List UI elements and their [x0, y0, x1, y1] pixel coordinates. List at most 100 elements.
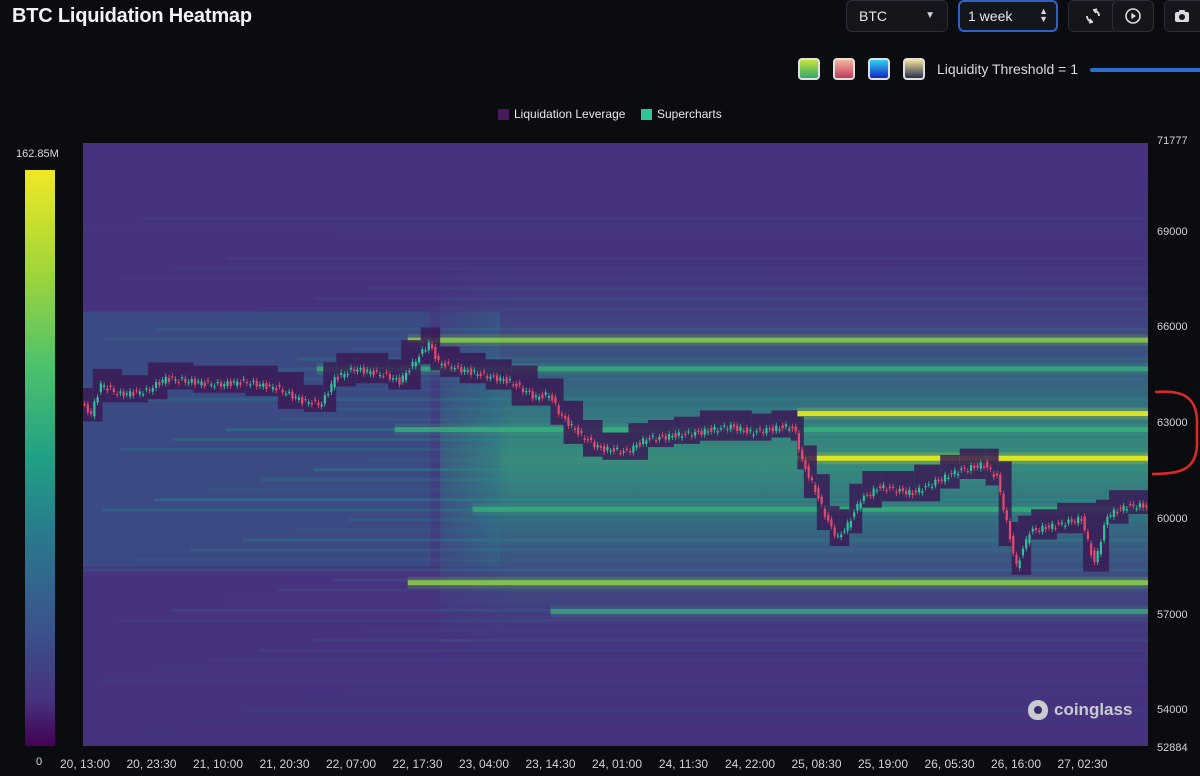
liquidated-zone: [121, 375, 148, 403]
candle: [93, 401, 96, 417]
heatmap-stripe: [192, 207, 1148, 210]
candle: [924, 485, 927, 488]
candle: [486, 376, 489, 379]
heatmap-chart[interactable]: [0, 0, 1200, 776]
candle: [771, 427, 775, 432]
candle: [171, 376, 174, 378]
candle: [564, 415, 567, 419]
candle: [541, 394, 544, 399]
candle: [265, 383, 268, 389]
candle: [1064, 525, 1067, 527]
coinglass-logo-icon: [1028, 700, 1048, 720]
candle: [421, 349, 424, 354]
heatmap-stripe: [314, 468, 1148, 472]
candle: [875, 490, 878, 492]
candle: [716, 430, 719, 433]
candle: [518, 382, 521, 385]
liquidated-zone: [751, 413, 772, 441]
candle: [206, 380, 210, 382]
liquidated-zone: [940, 455, 960, 489]
candle: [525, 391, 528, 393]
candle: [395, 378, 398, 380]
candle: [1106, 516, 1109, 525]
liquidated-zone: [602, 432, 629, 460]
candle: [437, 355, 440, 361]
candle: [629, 451, 632, 453]
candle: [641, 438, 645, 445]
candle: [765, 428, 768, 434]
candle: [693, 431, 697, 436]
candle: [940, 479, 943, 481]
candle: [554, 397, 557, 404]
x-tick-label: 21, 20:30: [259, 757, 310, 771]
candle: [580, 430, 583, 434]
candle: [947, 477, 950, 479]
candle: [512, 384, 515, 386]
liquidated-zone: [628, 423, 648, 460]
x-tick-label: 25, 19:00: [857, 757, 909, 771]
candle: [122, 391, 125, 397]
candle: [242, 378, 245, 381]
liquidation-band: [550, 608, 1148, 614]
candle: [632, 445, 635, 453]
heatmap-stripe: [86, 226, 1148, 230]
candle: [788, 428, 791, 431]
candle: [161, 379, 164, 383]
candle: [960, 468, 963, 471]
candle: [385, 372, 388, 374]
candle: [404, 372, 408, 381]
heatmap-stripe: [295, 699, 1148, 702]
candle: [1073, 521, 1077, 523]
candle: [197, 381, 200, 383]
x-tick-label: 20, 13:00: [59, 757, 111, 771]
candle: [213, 386, 216, 388]
candle: [638, 442, 641, 446]
candle: [83, 403, 86, 406]
candle: [447, 361, 450, 364]
candle: [310, 402, 314, 405]
candle: [492, 375, 495, 377]
candle: [463, 369, 466, 373]
candle: [378, 375, 382, 377]
candle: [151, 388, 154, 392]
candle: [869, 495, 872, 497]
candle: [401, 375, 404, 382]
candle: [229, 381, 232, 387]
candle: [1067, 519, 1070, 524]
candle: [398, 377, 401, 385]
candle: [193, 378, 197, 385]
x-tick-label: 20, 23:30: [126, 757, 177, 771]
liquidated-zone: [167, 362, 194, 390]
candle: [177, 382, 180, 384]
candle: [969, 465, 973, 471]
candle: [262, 383, 265, 387]
candle: [752, 434, 755, 436]
candle: [901, 488, 904, 492]
candle: [599, 446, 602, 448]
candle: [226, 381, 229, 386]
heatmap-stripe: [174, 267, 1148, 271]
candle: [482, 371, 486, 373]
candle: [284, 393, 288, 395]
liquidation-band: [797, 411, 1148, 417]
candle: [719, 428, 723, 430]
liquidated-zone: [732, 410, 752, 441]
candle: [905, 490, 908, 495]
x-tick-label: 26, 05:30: [924, 757, 975, 771]
candle: [583, 438, 586, 441]
candle: [1054, 527, 1057, 529]
candle: [1093, 550, 1096, 562]
heatmap-stripe: [368, 287, 1148, 291]
candle: [86, 404, 89, 413]
candle: [1051, 523, 1054, 529]
candle: [956, 473, 960, 476]
candle: [187, 381, 190, 384]
candle: [1008, 521, 1012, 540]
candle: [778, 429, 781, 431]
candle: [1018, 560, 1021, 569]
candle: [849, 521, 853, 528]
candle: [674, 433, 677, 438]
candle: [723, 425, 726, 427]
heatmap-stripe: [101, 679, 1148, 683]
candle: [807, 466, 810, 478]
